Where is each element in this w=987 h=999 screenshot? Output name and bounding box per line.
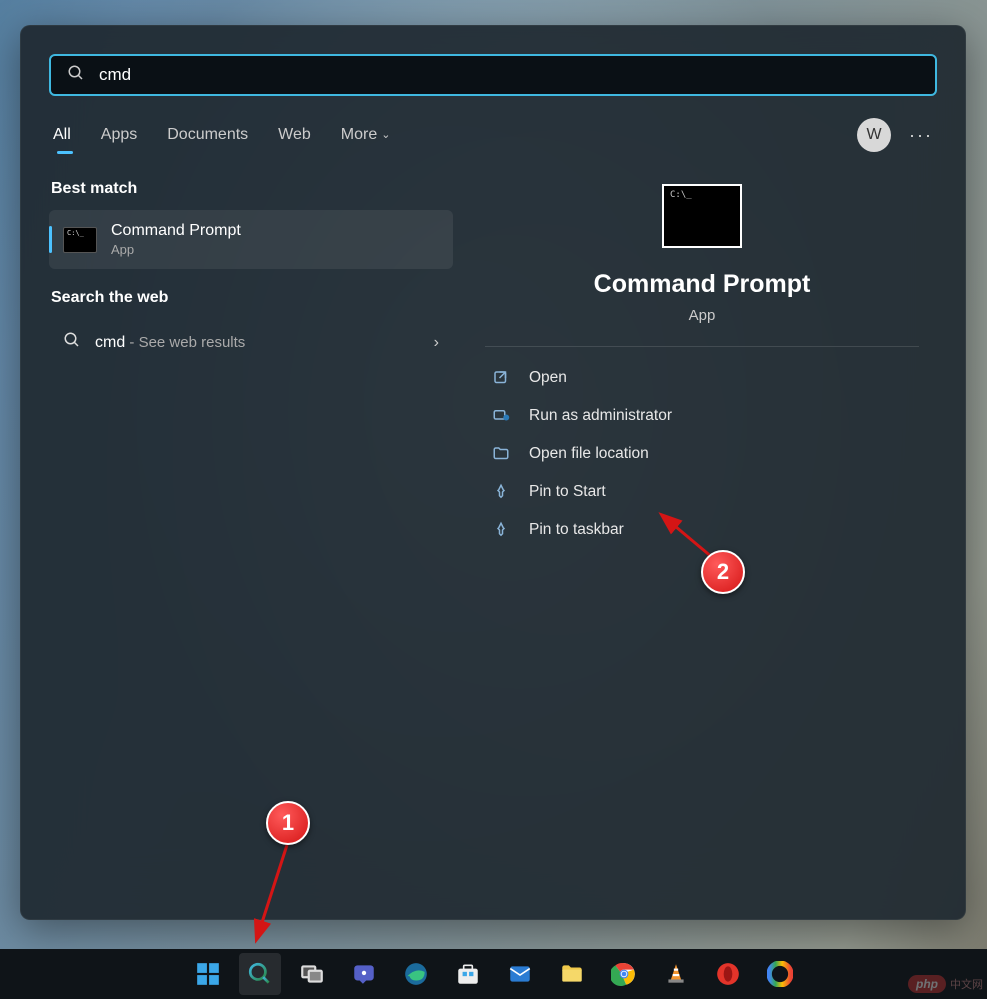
browser-button[interactable]	[759, 953, 801, 995]
action-label: Open file location	[529, 445, 649, 463]
action-pin-to-taskbar[interactable]: Pin to taskbar	[485, 511, 919, 549]
folder-icon	[491, 445, 511, 463]
annotation-badge-1: 1	[266, 801, 310, 845]
chat-button[interactable]	[343, 953, 385, 995]
web-result-text: cmd - See web results	[95, 334, 420, 352]
taskbar	[0, 949, 987, 999]
search-bar[interactable]	[49, 54, 937, 96]
action-label: Open	[529, 369, 567, 387]
cmd-icon	[63, 227, 97, 253]
action-label: Run as administrator	[529, 407, 672, 425]
action-label: Pin to Start	[529, 483, 606, 501]
preview-app-icon	[662, 184, 742, 248]
tab-documents[interactable]: Documents	[167, 118, 248, 152]
action-open[interactable]: Open	[485, 359, 919, 397]
chevron-down-icon: ⌄	[381, 128, 390, 141]
result-subtitle: App	[111, 242, 241, 257]
task-view-button[interactable]	[291, 953, 333, 995]
tab-more[interactable]: More⌄	[341, 118, 391, 152]
search-button[interactable]	[239, 953, 281, 995]
tab-web[interactable]: Web	[278, 118, 311, 152]
pin-start-icon	[491, 483, 511, 501]
tab-apps[interactable]: Apps	[101, 118, 137, 152]
preview-title: Command Prompt	[594, 270, 811, 299]
best-match-header: Best match	[49, 180, 453, 198]
admin-icon	[491, 407, 511, 425]
tab-all[interactable]: All	[53, 118, 71, 152]
watermark: php 中文网	[908, 975, 983, 993]
action-pin-to-start[interactable]: Pin to Start	[485, 473, 919, 511]
preview-column: Command Prompt App Open Run as ad	[467, 180, 937, 549]
open-icon	[491, 369, 511, 387]
divider	[485, 346, 919, 347]
results-column: Best match Command Prompt App Search the…	[49, 180, 453, 549]
action-run-as-admin[interactable]: Run as administrator	[485, 397, 919, 435]
web-search-result[interactable]: cmd - See web results ›	[49, 319, 453, 366]
filter-tabs: All Apps Documents Web More⌄ W ···	[49, 118, 937, 152]
search-icon	[67, 64, 85, 87]
explorer-button[interactable]	[551, 953, 593, 995]
more-options-button[interactable]: ···	[909, 125, 933, 146]
action-list: Open Run as administrator Open file loca…	[485, 359, 919, 549]
action-label: Pin to taskbar	[529, 521, 624, 539]
mail-button[interactable]	[499, 953, 541, 995]
action-open-file-location[interactable]: Open file location	[485, 435, 919, 473]
edge-button[interactable]	[395, 953, 437, 995]
opera-button[interactable]	[707, 953, 749, 995]
web-header: Search the web	[49, 289, 453, 307]
user-avatar[interactable]: W	[857, 118, 891, 152]
result-title: Command Prompt	[111, 222, 241, 240]
start-button[interactable]	[187, 953, 229, 995]
vlc-button[interactable]	[655, 953, 697, 995]
watermark-brand: php	[908, 975, 946, 993]
chevron-right-icon: ›	[434, 334, 439, 352]
search-input[interactable]	[99, 65, 919, 85]
watermark-text: 中文网	[950, 976, 983, 992]
annotation-badge-2: 2	[701, 550, 745, 594]
result-command-prompt[interactable]: Command Prompt App	[49, 210, 453, 269]
start-search-panel: All Apps Documents Web More⌄ W ··· Best …	[20, 25, 966, 920]
preview-subtitle: App	[689, 307, 716, 324]
search-icon	[63, 331, 81, 354]
chrome-button[interactable]	[603, 953, 645, 995]
pin-taskbar-icon	[491, 521, 511, 539]
store-button[interactable]	[447, 953, 489, 995]
